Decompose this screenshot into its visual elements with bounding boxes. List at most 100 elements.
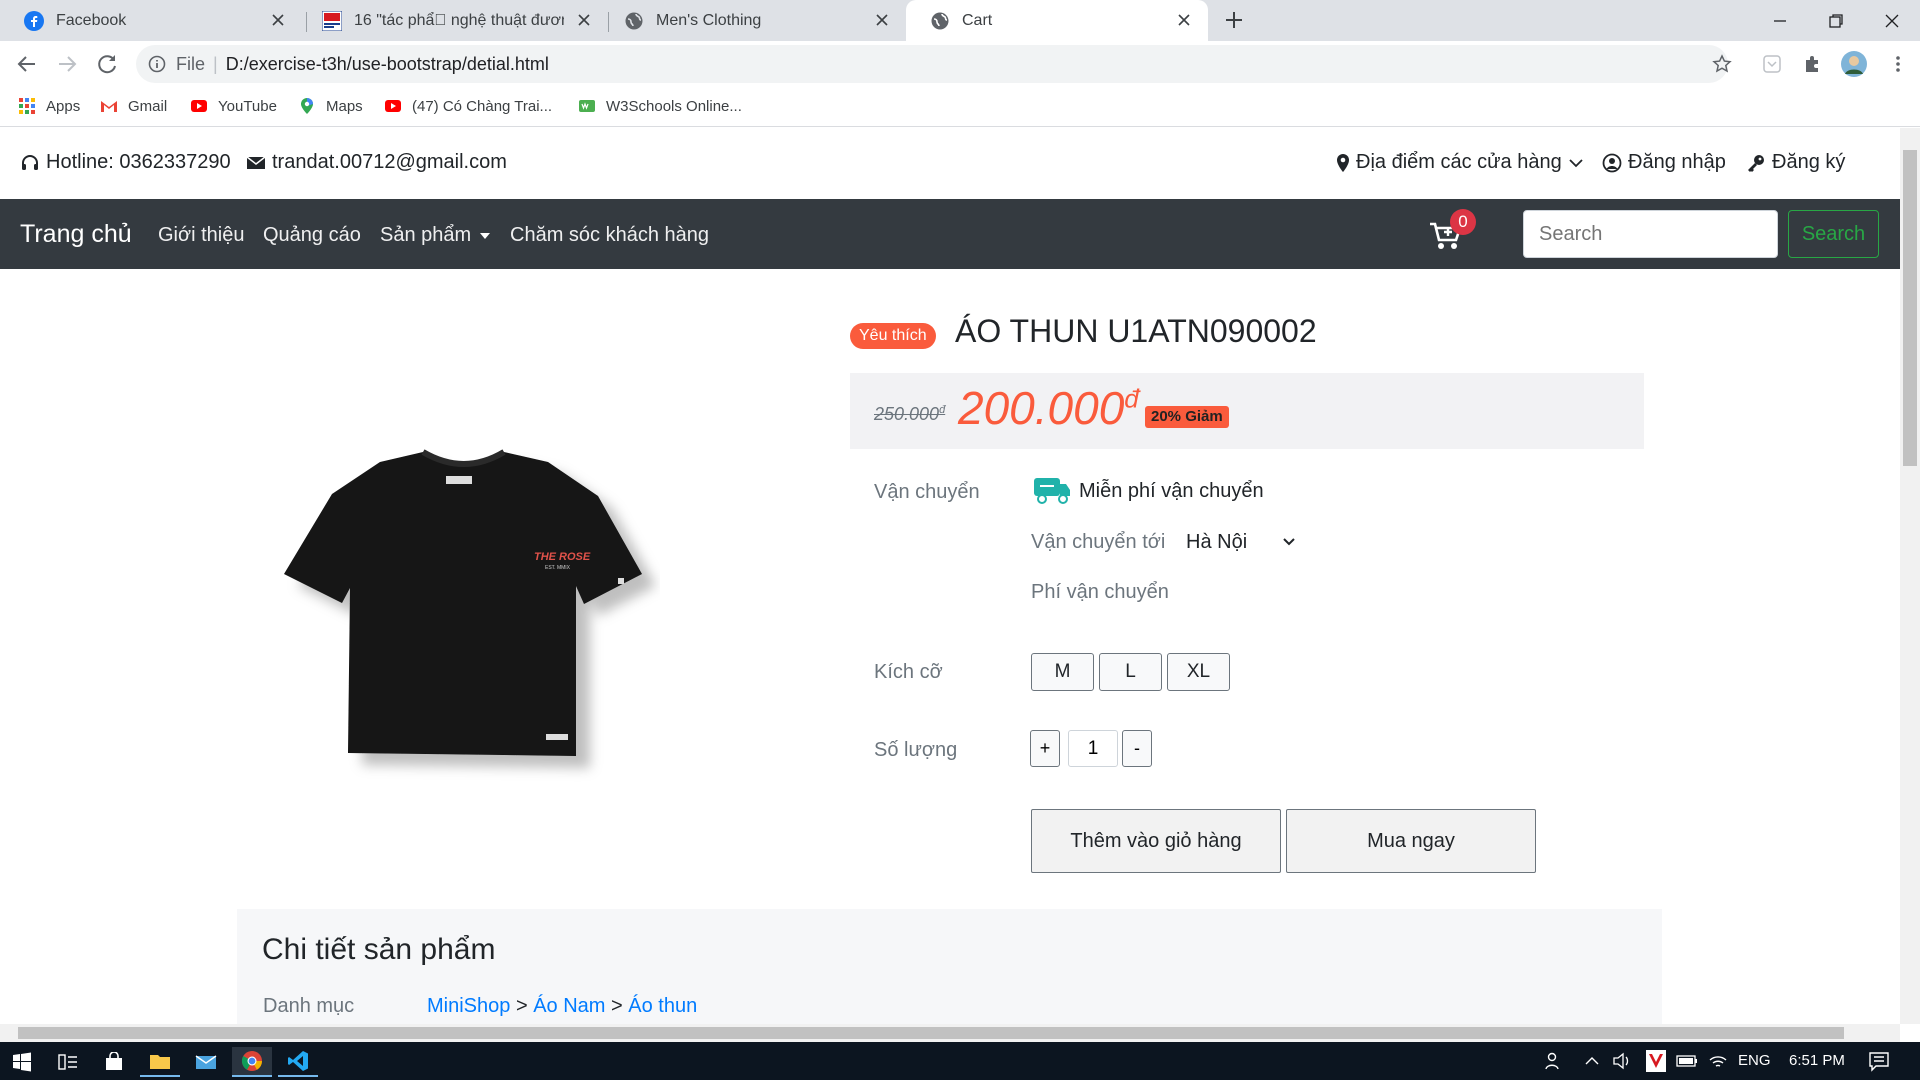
breadcrumb-link-tshirt[interactable]: Áo thun bbox=[628, 995, 697, 1017]
ship-to-city-select[interactable]: Hà Nội bbox=[1186, 531, 1295, 554]
hotline-text: Hotline: 0362337290 bbox=[46, 151, 231, 173]
info-icon[interactable] bbox=[148, 55, 166, 73]
shipping-label: Vận chuyển bbox=[874, 481, 980, 503]
shipping-fee-label: Phí vận chuyển bbox=[1031, 581, 1169, 603]
breadcrumb-separator: > bbox=[515, 995, 528, 1017]
breadcrumb-link-shop[interactable]: MiniShop bbox=[427, 995, 510, 1017]
chevron-up-icon[interactable] bbox=[1584, 1054, 1600, 1068]
close-window-button[interactable] bbox=[1864, 0, 1920, 41]
chevron-down-icon bbox=[1283, 538, 1295, 546]
free-shipping-truck-icon bbox=[1034, 478, 1070, 504]
details-heading: Chi tiết sản phẩm bbox=[262, 933, 496, 966]
more-menu-icon[interactable] bbox=[1888, 54, 1908, 74]
caret-down-icon bbox=[480, 232, 491, 239]
add-to-cart-button[interactable]: Thêm vào giỏ hàng bbox=[1031, 809, 1281, 873]
nav-link-about[interactable]: Giới thiệu bbox=[158, 224, 244, 247]
news-site-icon bbox=[322, 10, 342, 31]
close-tab-icon[interactable] bbox=[270, 12, 286, 28]
favorite-badge: Yêu thích bbox=[850, 323, 936, 349]
quantity-input[interactable] bbox=[1068, 730, 1118, 767]
tab-article[interactable]: 16 "tác phẩ  nghệ thuật đương đ bbox=[298, 0, 608, 41]
start-button[interactable] bbox=[2, 1047, 42, 1077]
profile-avatar-icon[interactable] bbox=[1840, 50, 1868, 78]
antivirus-icon[interactable] bbox=[1646, 1050, 1666, 1072]
file-explorer-button[interactable] bbox=[140, 1047, 180, 1077]
email-text: trandat.00712@gmail.com bbox=[272, 151, 507, 173]
tab-mens-clothing[interactable]: Men's Clothing bbox=[600, 0, 906, 41]
selected-city: Hà Nội bbox=[1186, 531, 1248, 553]
clock[interactable]: 6:51 PM bbox=[1789, 1052, 1845, 1069]
mail-app-button[interactable] bbox=[186, 1047, 226, 1077]
buy-now-button[interactable]: Mua ngay bbox=[1286, 809, 1536, 873]
forward-arrow-icon[interactable] bbox=[54, 51, 80, 77]
people-icon[interactable] bbox=[1544, 1051, 1564, 1071]
size-button-xl[interactable]: XL bbox=[1167, 653, 1230, 691]
scheme-label: File bbox=[176, 54, 206, 74]
extensions-puzzle-icon[interactable] bbox=[1802, 54, 1822, 74]
task-view-button[interactable] bbox=[48, 1047, 88, 1077]
task-view-icon bbox=[58, 1054, 77, 1070]
size-button-m[interactable]: M bbox=[1031, 653, 1094, 691]
bookmark-w3schools[interactable]: W3Schools Online... bbox=[578, 95, 742, 117]
store-app-button[interactable] bbox=[94, 1047, 134, 1077]
breadcrumb-link-men[interactable]: Áo Nam bbox=[533, 995, 605, 1017]
quantity-increase-button[interactable]: + bbox=[1030, 730, 1060, 767]
search-input[interactable] bbox=[1523, 210, 1778, 258]
close-tab-icon[interactable] bbox=[1176, 12, 1192, 28]
facebook-icon bbox=[24, 10, 44, 31]
bookmark-apps[interactable]: Apps bbox=[18, 95, 80, 117]
volume-icon[interactable] bbox=[1612, 1052, 1632, 1070]
bookmark-label: (47) Có Chàng Trai... bbox=[412, 97, 553, 115]
close-tab-icon[interactable] bbox=[576, 12, 592, 28]
battery-icon[interactable] bbox=[1676, 1054, 1698, 1068]
vscode-app-button[interactable] bbox=[278, 1047, 318, 1077]
quantity-decrease-button[interactable]: - bbox=[1122, 730, 1152, 767]
bookmark-youtube-video[interactable]: (47) Có Chàng Trai... bbox=[384, 95, 552, 117]
horizontal-scroll-thumb[interactable] bbox=[18, 1027, 1844, 1039]
nav-link-ads[interactable]: Quảng cáo bbox=[263, 224, 361, 247]
folder-icon bbox=[150, 1055, 170, 1069]
search-button[interactable]: Search bbox=[1788, 210, 1879, 258]
key-icon bbox=[1748, 154, 1764, 172]
notifications-icon[interactable] bbox=[1868, 1050, 1890, 1072]
quantity-label: Số lượng bbox=[874, 739, 958, 761]
bookmarks-bar bbox=[0, 87, 1920, 127]
gmail-icon bbox=[101, 101, 117, 112]
login-link[interactable]: Đăng nhập bbox=[1602, 151, 1726, 174]
new-tab-icon[interactable] bbox=[1222, 8, 1246, 32]
language-indicator[interactable]: ENG bbox=[1738, 1052, 1771, 1069]
mail-icon bbox=[195, 1055, 217, 1069]
bookmark-label: YouTube bbox=[218, 97, 277, 115]
bookmark-youtube[interactable]: YouTube bbox=[190, 95, 277, 117]
minimize-icon bbox=[1774, 19, 1786, 22]
size-button-l[interactable]: L bbox=[1099, 653, 1162, 691]
close-tab-icon[interactable] bbox=[874, 12, 890, 28]
size-label: Kích cỡ bbox=[874, 661, 943, 683]
chrome-app-button[interactable] bbox=[232, 1047, 272, 1077]
bookmark-star-icon[interactable] bbox=[1712, 54, 1732, 74]
nav-link-customer-care[interactable]: Chăm sóc khách hàng bbox=[510, 224, 709, 247]
address-text[interactable]: File | D:/exercise-t3h/use-bootstrap/detia… bbox=[176, 45, 549, 83]
tab-facebook[interactable]: Facebook bbox=[0, 0, 302, 41]
sale-price: 200.000đ bbox=[958, 382, 1139, 434]
bookmark-label: Gmail bbox=[128, 97, 168, 115]
vertical-scroll-thumb[interactable] bbox=[1903, 150, 1917, 466]
minimize-button[interactable] bbox=[1752, 0, 1808, 41]
tab-title: Men's Clothing bbox=[656, 11, 762, 29]
tab-cart[interactable]: Cart bbox=[906, 0, 1208, 41]
nav-link-products-dropdown[interactable]: Sản phẩm bbox=[380, 224, 491, 247]
extension-pocket-icon[interactable] bbox=[1762, 54, 1782, 74]
store-locations-dropdown[interactable]: Địa điểm các cửa hàng bbox=[1336, 151, 1590, 174]
shirt-print-sub: EST. MMIX bbox=[545, 565, 571, 571]
bookmark-gmail[interactable]: Gmail bbox=[100, 95, 167, 117]
bookmark-maps[interactable]: Maps bbox=[298, 95, 363, 117]
restore-button[interactable] bbox=[1808, 0, 1864, 41]
brand-home-link[interactable]: Trang chủ bbox=[20, 220, 132, 249]
reload-icon[interactable] bbox=[94, 51, 120, 77]
back-arrow-icon[interactable] bbox=[14, 51, 40, 77]
register-link[interactable]: Đăng ký bbox=[1746, 151, 1845, 174]
wifi-icon[interactable] bbox=[1708, 1052, 1728, 1070]
category-label: Danh mục bbox=[263, 995, 355, 1017]
url-text: D:/exercise-t3h/use-bootstrap/detial.htm… bbox=[225, 54, 549, 74]
login-text: Đăng nhập bbox=[1628, 151, 1726, 173]
